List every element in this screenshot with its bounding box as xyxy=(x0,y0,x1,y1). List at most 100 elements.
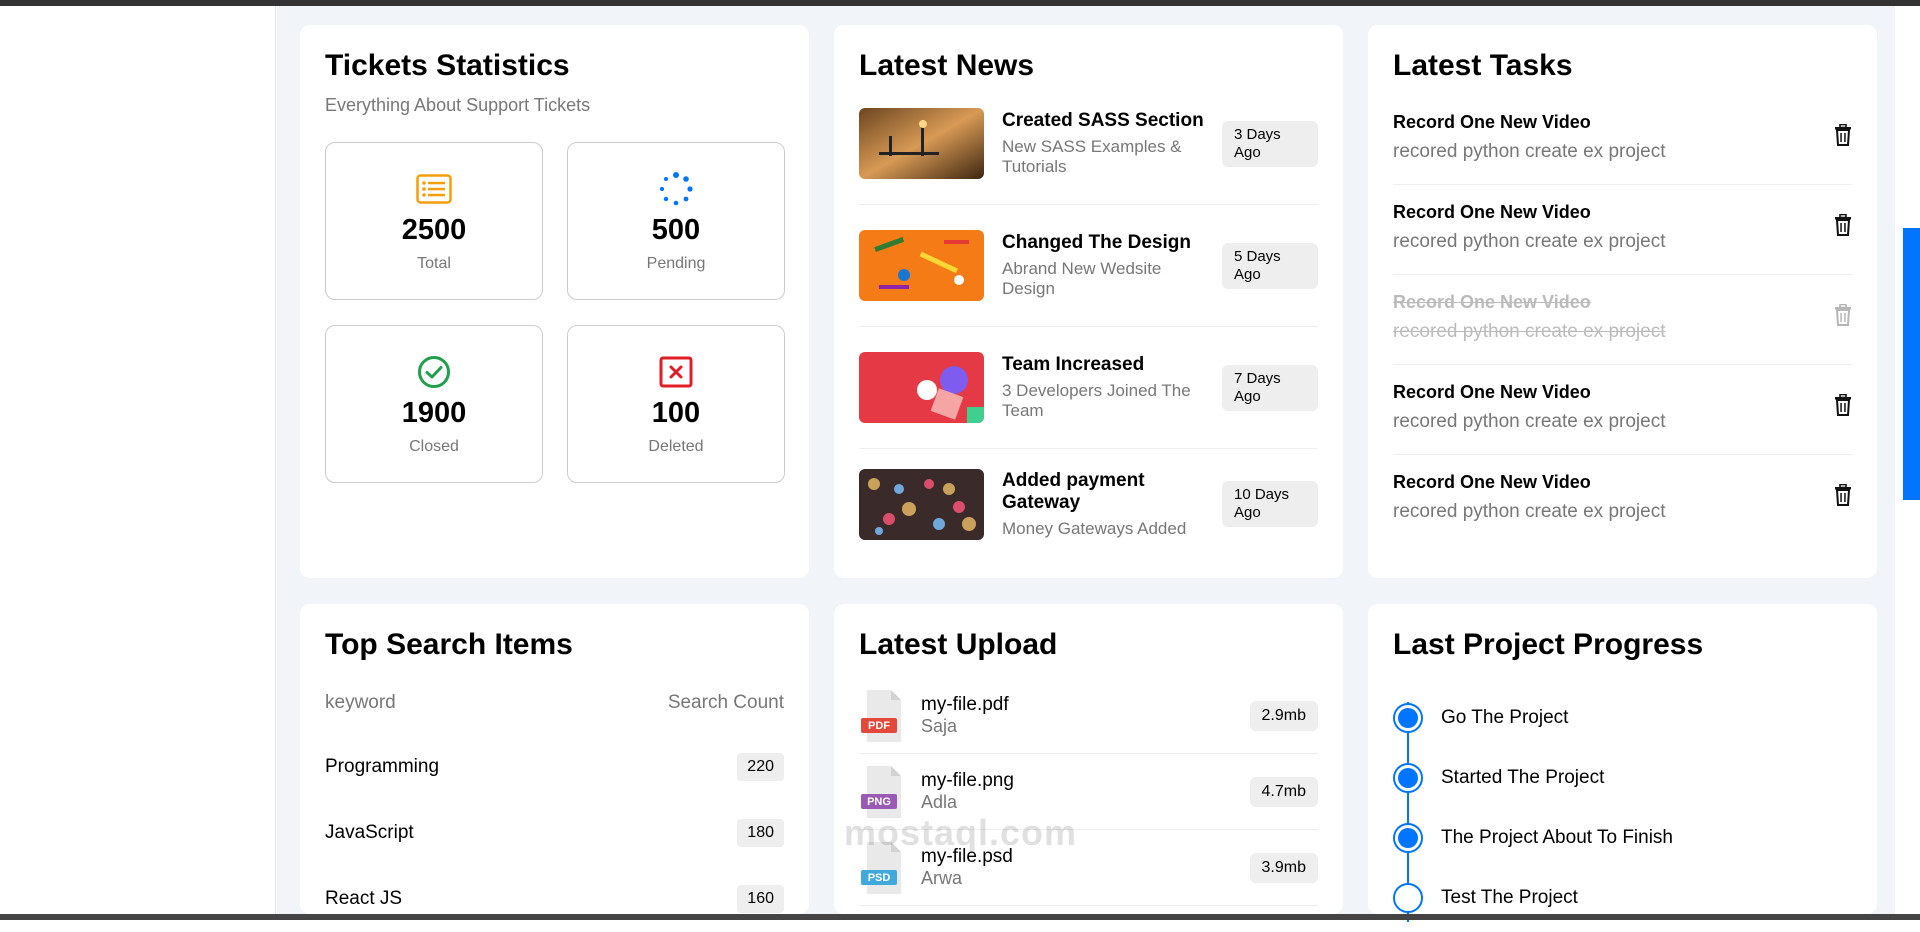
pdf-file-icon: PDF xyxy=(859,688,907,744)
file-size-badge: 2.9mb xyxy=(1249,700,1318,731)
progress-step: Started The Project xyxy=(1393,748,1852,808)
ticket-stat-total: 2500 Total xyxy=(325,142,543,300)
task-item: Record One New Video recored python crea… xyxy=(1393,95,1852,185)
window-bottom-bar xyxy=(0,914,1920,920)
task-description: recored python create ex project xyxy=(1393,501,1666,522)
ticket-stat-value: 100 xyxy=(651,396,701,429)
latest-tasks-card: Latest Tasks Record One New Video recore… xyxy=(1368,25,1877,578)
task-description: recored python create ex project xyxy=(1393,320,1666,342)
news-title[interactable]: Created SASS Section xyxy=(1002,110,1216,132)
trash-icon[interactable] xyxy=(1834,393,1852,421)
file-name[interactable]: my-file.pdf xyxy=(921,694,1009,716)
step-done-dot xyxy=(1393,703,1423,733)
top-search-items-card: Top Search Items keyword Search Count Pr… xyxy=(300,604,809,914)
list-icon xyxy=(415,170,453,208)
check-circle-icon xyxy=(415,353,453,391)
file-size-badge: 4.7mb xyxy=(1249,776,1318,807)
sidebar xyxy=(0,6,276,920)
scrollbar-thumb[interactable] xyxy=(1903,228,1920,500)
search-count-badge: 220 xyxy=(737,753,784,781)
file-owner: Arwa xyxy=(921,868,963,888)
close-square-icon xyxy=(657,353,695,391)
news-date-badge: 3 Days Ago xyxy=(1222,120,1318,167)
ticket-stat-value: 2500 xyxy=(401,213,467,246)
news-title[interactable]: Changed The Design xyxy=(1002,232,1216,254)
file-name[interactable]: my-file.png xyxy=(921,770,1014,792)
latest-upload-card: Latest Upload PDF my-file.pdf Saja 2.9mb… xyxy=(834,604,1343,914)
task-title: Record One New Video xyxy=(1393,381,1591,402)
ticket-stat-value: 500 xyxy=(651,213,701,246)
card-subtitle: Everything About Support Tickets xyxy=(325,95,591,115)
upload-item[interactable]: PDF my-file.pdf Saja 2.9mb xyxy=(859,678,1318,754)
ticket-stat-label: Total xyxy=(417,254,451,272)
news-description: Money Gateways Added xyxy=(1002,518,1187,538)
news-thumbnail xyxy=(859,352,984,423)
news-date-badge: 7 Days Ago xyxy=(1222,364,1318,411)
progress-timeline: Go The Project Started The Project The P… xyxy=(1393,688,1852,928)
step-done-dot xyxy=(1393,823,1423,853)
news-title[interactable]: Team Increased xyxy=(1002,354,1216,376)
ticket-stat-pending: 500 Pending xyxy=(567,142,785,300)
ticket-stat-deleted: 100 Deleted xyxy=(567,325,785,483)
card-title: Latest Upload xyxy=(859,628,1058,661)
progress-step: The Project About To Finish xyxy=(1393,808,1852,868)
search-count-badge: 180 xyxy=(737,819,784,847)
file-owner: Adla xyxy=(921,792,958,812)
task-description: recored python create ex project xyxy=(1393,410,1666,432)
trash-icon[interactable] xyxy=(1834,123,1852,151)
card-title: Last Project Progress xyxy=(1393,628,1704,661)
news-description: New SASS Examples & Tutorials xyxy=(1002,137,1182,176)
news-title[interactable]: Added payment Gateway xyxy=(1002,470,1216,514)
search-keyword: JavaScript xyxy=(325,822,414,843)
news-thumbnail xyxy=(859,468,984,540)
count-column-header: Search Count xyxy=(667,692,784,713)
news-item[interactable]: Team Increased 3 Developers Joined The T… xyxy=(859,347,1318,449)
task-title: Record One New Video xyxy=(1393,201,1591,222)
trash-icon[interactable] xyxy=(1834,303,1852,331)
step-done-dot xyxy=(1393,763,1423,793)
watermark: mostaql.com xyxy=(844,812,1078,853)
step-label: Started The Project xyxy=(1441,767,1605,788)
news-item[interactable]: Added payment Gateway Money Gateways Add… xyxy=(859,468,1318,559)
file-owner: Saja xyxy=(921,716,958,736)
step-pending-dot xyxy=(1393,883,1423,913)
search-count-badge: 160 xyxy=(737,885,784,913)
tickets-statistics-card: Tickets Statistics Everything About Supp… xyxy=(300,25,809,578)
news-description: Abrand New Wedsite Design xyxy=(1002,259,1162,298)
task-title: Record One New Video xyxy=(1393,111,1591,132)
card-title: Tickets Statistics xyxy=(325,49,570,82)
svg-text:PDF: PDF xyxy=(868,720,890,732)
step-label: Test The Project xyxy=(1441,887,1578,908)
progress-step: Go The Project xyxy=(1393,688,1852,748)
spinner-icon xyxy=(657,170,695,208)
task-title: Record One New Video xyxy=(1393,291,1591,312)
trash-icon[interactable] xyxy=(1834,483,1852,511)
news-item[interactable]: Changed The Design Abrand New Wedsite De… xyxy=(859,225,1318,327)
svg-text:PNG: PNG xyxy=(867,796,891,808)
task-item: Record One New Video recored python crea… xyxy=(1393,365,1852,455)
ticket-stat-label: Deleted xyxy=(648,437,704,455)
news-item[interactable]: Created SASS Section New SASS Examples &… xyxy=(859,103,1318,205)
task-item: Record One New Video recored python crea… xyxy=(1393,455,1852,545)
search-keyword: Programming xyxy=(325,756,440,777)
news-date-badge: 10 Days Ago xyxy=(1222,481,1318,527)
svg-text:PSD: PSD xyxy=(868,872,891,884)
ticket-stat-label: Closed xyxy=(409,437,459,455)
news-thumbnail xyxy=(859,108,984,179)
ticket-stat-value: 1900 xyxy=(401,396,467,429)
task-item: Record One New Video recored python crea… xyxy=(1393,185,1852,275)
card-title: Top Search Items xyxy=(325,628,573,661)
search-keyword: React JS xyxy=(325,888,403,909)
keyword-column-header: keyword xyxy=(325,692,396,713)
search-row: React JS 160 xyxy=(325,866,784,932)
trash-icon[interactable] xyxy=(1834,213,1852,241)
search-row: JavaScript 180 xyxy=(325,800,784,866)
task-item-done: Record One New Video recored python crea… xyxy=(1393,275,1852,365)
ticket-stat-closed: 1900 Closed xyxy=(325,325,543,483)
latest-news-card: Latest News Created SASS Section New SAS… xyxy=(834,25,1343,578)
step-label: Go The Project xyxy=(1441,707,1569,728)
step-label: The Project About To Finish xyxy=(1441,827,1673,848)
ticket-stat-label: Pending xyxy=(646,254,706,272)
task-description: recored python create ex project xyxy=(1393,230,1666,252)
news-date-badge: 5 Days Ago xyxy=(1222,242,1318,289)
